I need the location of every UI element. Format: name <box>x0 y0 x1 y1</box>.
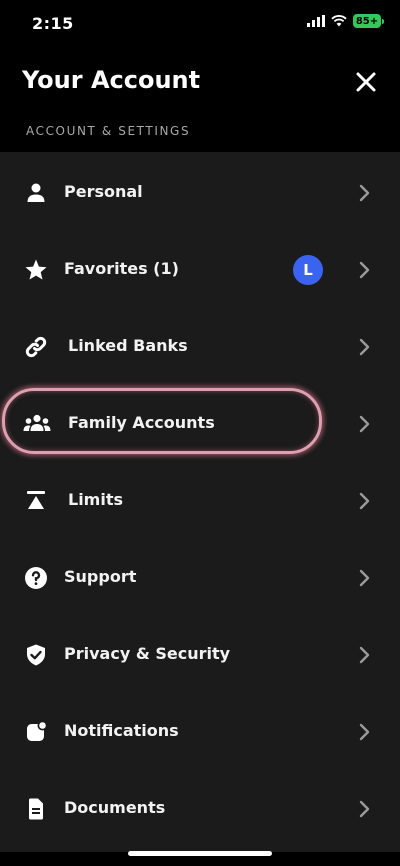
menu-item-label: Documents <box>64 798 166 817</box>
header: Your Account <box>0 48 400 126</box>
section-label-text: ACCOUNT & SETTINGS <box>26 124 191 138</box>
page-title: Your Account <box>22 66 201 94</box>
menu-item-label: Limits <box>68 490 124 509</box>
menu-item-label: Favorites (1) <box>64 259 179 278</box>
notification-icon <box>27 720 48 741</box>
signal-icon <box>307 15 325 27</box>
avatar[interactable]: L <box>293 255 323 285</box>
status-time: 2:15 <box>32 14 74 33</box>
menu-item-notifications[interactable]: Notifications <box>0 693 400 770</box>
section-label: ACCOUNT & SETTINGS <box>0 118 400 152</box>
link-icon <box>25 336 47 358</box>
menu-item-support[interactable]: Support <box>0 539 400 616</box>
chevron-right-icon <box>359 800 370 818</box>
menu-item-favorites[interactable]: Favorites (1) L <box>0 231 400 308</box>
chevron-right-icon <box>359 415 370 433</box>
home-indicator[interactable] <box>128 851 272 856</box>
wifi-icon <box>331 15 347 27</box>
menu-item-label: Personal <box>64 182 143 201</box>
close-button[interactable] <box>352 68 380 96</box>
menu-item-label: Privacy & Security <box>64 644 231 663</box>
menu-item-family-accounts[interactable]: Family Accounts <box>0 385 400 462</box>
menu-item-label: Family Accounts <box>68 413 215 432</box>
menu-item-personal[interactable]: Personal <box>0 154 400 231</box>
menu-item-documents[interactable]: Documents <box>0 770 400 847</box>
chevron-right-icon <box>359 492 370 510</box>
star-icon <box>25 259 47 280</box>
menu-item-label: Notifications <box>64 721 179 740</box>
menu-item-label: Linked Banks <box>68 336 188 355</box>
chevron-right-icon <box>359 261 370 279</box>
person-icon <box>27 183 45 202</box>
chevron-right-icon <box>359 569 370 587</box>
menu-item-label: Support <box>64 567 137 586</box>
document-icon <box>29 798 43 820</box>
limits-icon <box>27 491 45 509</box>
status-bar: 2:15 85+ <box>0 0 400 48</box>
battery-nub <box>382 18 384 24</box>
menu-item-privacy-security[interactable]: Privacy & Security <box>0 616 400 693</box>
menu-item-linked-banks[interactable]: Linked Banks <box>0 308 400 385</box>
chevron-right-icon <box>359 338 370 356</box>
chevron-right-icon <box>359 723 370 741</box>
chevron-right-icon <box>359 646 370 664</box>
chevron-right-icon <box>359 184 370 202</box>
shield-check-icon <box>27 644 45 666</box>
family-icon <box>23 414 51 431</box>
question-icon <box>25 567 47 589</box>
menu-item-limits[interactable]: Limits <box>0 462 400 539</box>
battery-indicator: 85+ <box>353 14 381 28</box>
account-menu: Personal Favorites (1) L Linked Banks Fa… <box>0 152 400 852</box>
status-icons: 85+ <box>307 14 384 28</box>
